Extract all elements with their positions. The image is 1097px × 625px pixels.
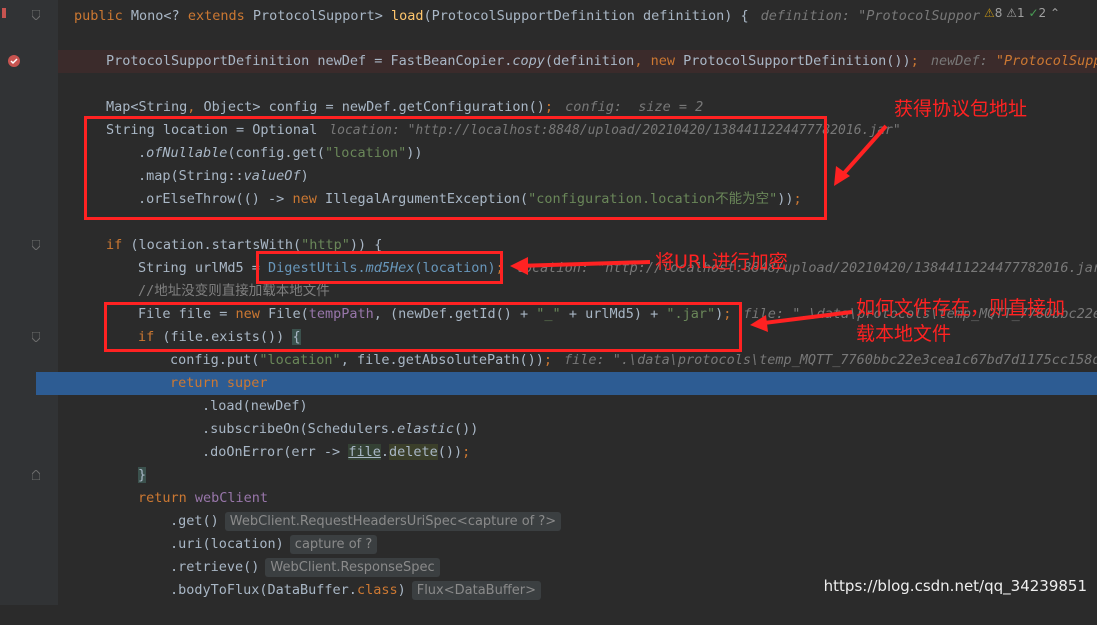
annotation-text: 如何文件存在，则直接加 bbox=[856, 297, 1066, 319]
annotation-text: 获得协议包地址 bbox=[894, 98, 1028, 120]
annotation-text: 将URL进行加密 bbox=[655, 251, 788, 273]
watermark: https://blog.csdn.net/qq_34239851 bbox=[823, 577, 1087, 595]
annotation-text: 载本地文件 bbox=[856, 323, 952, 345]
